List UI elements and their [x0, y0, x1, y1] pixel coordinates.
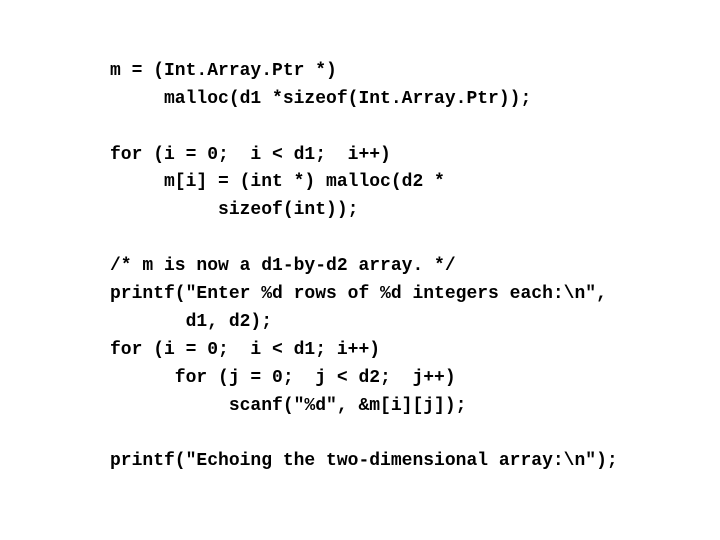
code-line: scanf("%d", &m[i][j]);: [110, 396, 466, 416]
code-line: m[i] = (int *) malloc(d2 *: [110, 172, 445, 192]
code-line: sizeof(int));: [110, 200, 358, 220]
code-line: malloc(d1 *sizeof(Int.Array.Ptr));: [110, 89, 531, 109]
code-line: printf("Echoing the two-dimensional arra…: [110, 451, 618, 471]
code-line: d1, d2);: [110, 312, 272, 332]
code-line: /* m is now a d1-by-d2 array. */: [110, 256, 456, 276]
code-line: m = (Int.Array.Ptr *): [110, 61, 337, 81]
code-line: for (i = 0; i < d1; i++): [110, 340, 380, 360]
code-line: for (j = 0; j < d2; j++): [110, 368, 456, 388]
code-line: printf("Enter %d rows of %d integers eac…: [110, 284, 607, 304]
code-line: for (i = 0; i < d1; i++): [110, 145, 391, 165]
code-block: m = (Int.Array.Ptr *) malloc(d1 *sizeof(…: [0, 0, 720, 476]
